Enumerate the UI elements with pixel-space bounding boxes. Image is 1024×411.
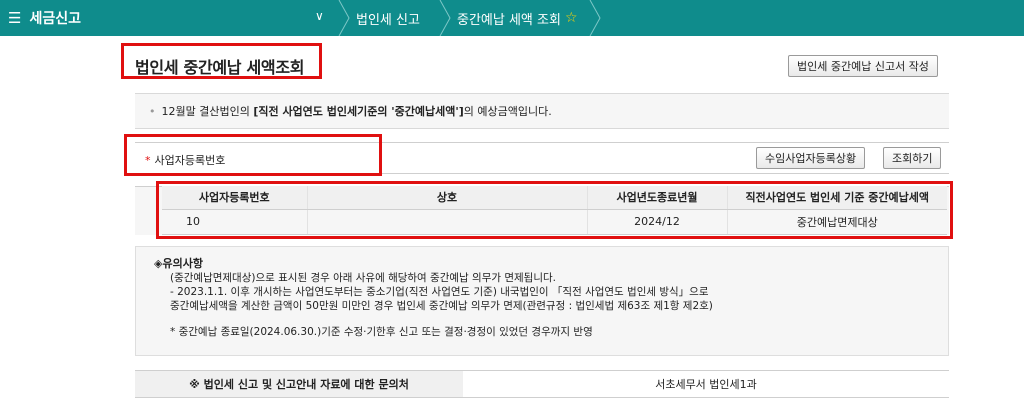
contact-value: 서초세무서 법인세1과: [655, 378, 757, 391]
caution-line: - 2023.1.1. 이후 개시하는 사업연도부터는 중소기업(직전 사업연도…: [170, 286, 709, 298]
notice-suffix: 의 예상금액입니다.: [463, 105, 552, 118]
chevron-down-icon[interactable]: ∨: [315, 9, 324, 23]
breadcrumb-item-interim-tax[interactable]: 중간예납 세액 조회 ☆: [457, 0, 578, 36]
notice-box: • 12월말 결산법인의 [직전 사업연도 법인세기준의 '중간예납세액'] 의 …: [135, 93, 949, 129]
menu-button[interactable]: ☰ 세금신고: [8, 0, 81, 36]
caution-line: (중간예납면제대상)으로 표시된 경우 아래 사유에 해당하여 중간예납 의무가…: [170, 272, 556, 284]
contact-label: ※ 법인세 신고 및 신고안내 자료에 대한 문의처: [135, 371, 463, 397]
top-navigation-bar: ☰ 세금신고 ∨ 법인세 신고 중간예납 세액 조회 ☆: [0, 0, 1024, 36]
favorite-star-icon[interactable]: ☆: [565, 10, 578, 26]
client-business-status-button[interactable]: 수임사업자등록상황: [756, 147, 866, 169]
caution-line: 중간예납세액을 계산한 금액이 50만원 미만인 경우 법인세 중간예납 의무가…: [170, 300, 713, 312]
notice-prefix: 12월말 결산법인의: [161, 105, 250, 118]
caution-footnote: * 중간예납 종료일(2024.06.30.)기준 수정·기한후 신고 또는 결…: [170, 326, 593, 338]
caution-box: ◈유의사항 (중간예납면제대상)으로 표시된 경우 아래 사유에 해당하여 중간…: [135, 246, 949, 356]
highlight-box-title: [121, 43, 322, 79]
contact-row: ※ 법인세 신고 및 신고안내 자료에 대한 문의처 서초세무서 법인세1과: [135, 370, 949, 398]
menu-label[interactable]: 세금신고: [29, 8, 81, 28]
highlight-box-table: [156, 181, 953, 239]
breadcrumb-separator-icon: [338, 0, 350, 36]
breadcrumb-label: 중간예납 세액 조회: [457, 12, 561, 28]
search-button[interactable]: 조회하기: [883, 147, 942, 169]
write-interim-return-button[interactable]: 법인세 중간예납 신고서 작성: [788, 55, 938, 77]
notice-bold-text: [직전 사업연도 법인세기준의 '중간예납세액']: [253, 105, 464, 118]
caution-heading: ◈유의사항: [154, 257, 203, 270]
breadcrumb-separator-icon: [439, 0, 451, 36]
bullet-icon: •: [149, 104, 156, 118]
highlight-box-search: [124, 134, 382, 176]
breadcrumb-separator-icon: [589, 0, 601, 36]
hamburger-icon[interactable]: ☰: [8, 9, 21, 27]
breadcrumb-item-corporate-tax[interactable]: 법인세 신고: [356, 0, 420, 36]
